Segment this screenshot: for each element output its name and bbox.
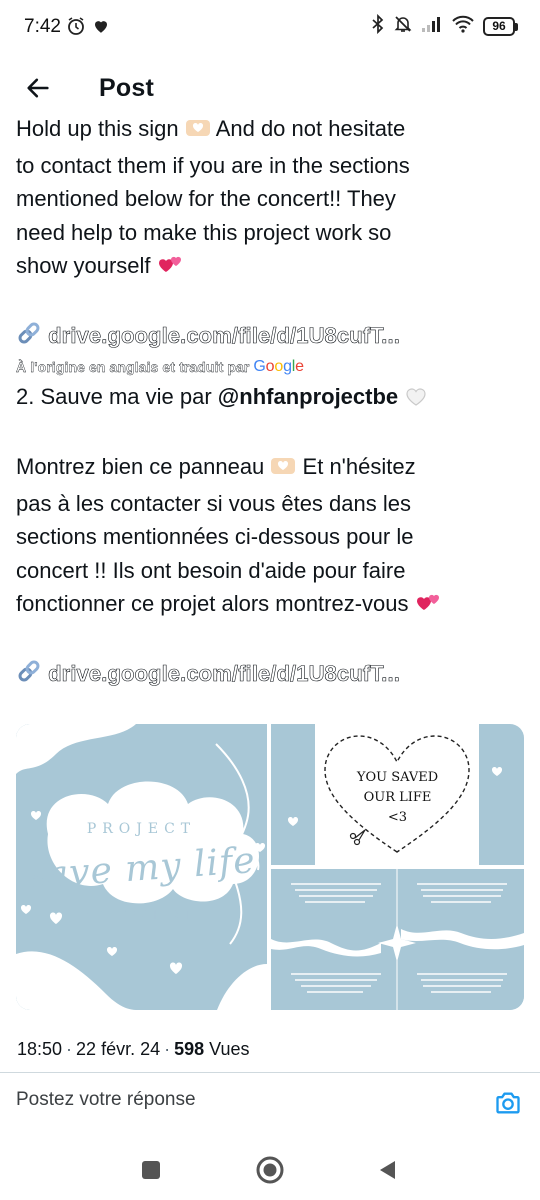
poster-line-top: PROJECT <box>86 821 197 837</box>
status-time: 7:42 <box>24 16 61 37</box>
muted-bell-icon <box>393 14 413 39</box>
battery-level: 96 <box>483 17 515 36</box>
wifi-icon <box>451 14 475 39</box>
post-meta: 18:50 · 22 févr. 24 · 598 Vues <box>17 1039 250 1060</box>
camera-icon <box>496 1092 520 1114</box>
battery-icon: 96 <box>483 17 518 36</box>
heart-text-line-1: YOU SAVED <box>356 770 439 785</box>
translation-note: À l'origine en anglais et traduit par Go… <box>16 356 526 378</box>
post-date: 22 févr. 24 <box>76 1039 161 1059</box>
text-line: sections mentionnées ci-dessous pour le <box>16 524 414 549</box>
text-line: pas à les contacter si vous êtes dans le… <box>16 490 411 516</box>
home-button[interactable] <box>252 1152 288 1188</box>
back-button[interactable] <box>20 70 56 106</box>
text-line-part: And do not hesitate <box>215 116 406 141</box>
text-line-part: Hold up this sign <box>16 116 179 141</box>
bluetooth-icon <box>371 13 385 39</box>
tweet-text-english: Hold up this sign And do not hesitate to… <box>16 112 526 319</box>
arrow-left-icon <box>27 78 49 98</box>
heart-text-line-3: <3 <box>387 810 408 825</box>
two-hearts-emoji-icon <box>157 252 185 286</box>
text-line: Montrez bien ce panneau Et n'hésitez <box>16 450 526 487</box>
link-url[interactable]: drive.google.com/file/d/1U8cufT... <box>48 661 400 687</box>
google-logo: Google <box>253 358 304 375</box>
alarm-icon <box>66 16 86 41</box>
link-emoji-icon <box>16 658 42 693</box>
tweet-body: Hold up this sign And do not hesitate to… <box>16 112 526 693</box>
status-left-icons <box>66 16 110 41</box>
text-line-part: Montrez bien ce panneau <box>16 454 265 479</box>
system-nav-bar <box>0 1136 540 1200</box>
drive-link-1[interactable]: drive.google.com/file/d/1U8cufT... <box>16 319 526 355</box>
text-line-part: show yourself <box>16 253 151 278</box>
separator-dot: · <box>164 1039 171 1059</box>
signal-icon <box>421 15 443 38</box>
heart-icon <box>92 17 110 40</box>
two-hearts-emoji-icon <box>415 590 443 624</box>
text-line-part: 2. Sauve ma vie par <box>16 384 212 409</box>
media-image-heart-sign[interactable]: YOU SAVED OUR LIFE <3 <box>271 724 524 865</box>
post-time: 18:50 <box>17 1039 63 1059</box>
page-title: Post <box>99 74 154 102</box>
post-header: Post <box>0 60 540 116</box>
media-image-instructions[interactable] <box>271 869 524 1010</box>
text-line: Hold up this sign And do not hesitate <box>16 112 526 149</box>
poster-line-bottom: ANTWERP <box>82 908 201 924</box>
text-line-part: fonctionner ce projet alors montrez-vous <box>16 591 409 616</box>
media-image-save-my-life[interactable]: PROJECT save my life ANTWERP <box>16 724 267 1010</box>
views-label: Vues <box>209 1039 250 1059</box>
text-line: fonctionner ce projet alors montrez-vous <box>16 587 526 624</box>
link-url[interactable]: drive.google.com/file/d/1U8cufT... <box>48 323 400 349</box>
text-line: to contact them if you are in the sectio… <box>16 152 410 178</box>
heart-text-line-2: OUR LIFE <box>363 790 432 805</box>
text-line: concert !! Ils ont besoin d'aide pour fa… <box>16 557 406 583</box>
text-line: mentioned below for the concert!! They <box>16 186 396 211</box>
heart-hands-emoji-icon <box>185 115 211 149</box>
white-heart-emoji-icon <box>404 383 428 417</box>
status-bar: 7:42 96 <box>0 0 540 52</box>
mention-link[interactable]: @nhfanprojectbe <box>218 384 398 409</box>
back-nav-button[interactable] <box>369 1152 405 1188</box>
recents-button[interactable] <box>133 1152 169 1188</box>
views-count[interactable]: 598 <box>174 1039 204 1059</box>
tweet-text-french: 2. Sauve ma vie par @nhfanprojectbe Mont… <box>16 380 526 657</box>
back-triangle-icon <box>380 1161 395 1179</box>
text-line: show yourself <box>16 249 526 286</box>
heart-hands-emoji-icon <box>270 453 296 487</box>
recents-square-icon <box>142 1161 160 1179</box>
status-right-icons: 96 <box>371 13 518 39</box>
reply-input[interactable] <box>16 1089 436 1111</box>
home-circle-icon <box>256 1156 284 1184</box>
separator-dot: · <box>66 1039 73 1059</box>
drive-link-2[interactable]: drive.google.com/file/d/1U8cufT... <box>16 657 526 693</box>
text-line-part: Et n'hésitez <box>302 454 416 479</box>
media-grid: PROJECT save my life ANTWERP YOU SAVED O… <box>16 724 524 1010</box>
text-line: need help to make this project work so <box>16 219 392 245</box>
instructions-graphic <box>271 869 524 1010</box>
camera-button[interactable] <box>494 1089 522 1117</box>
link-emoji-icon <box>16 320 42 355</box>
text-line: 2. Sauve ma vie par @nhfanprojectbe <box>16 380 526 417</box>
battery-tip <box>515 22 518 31</box>
reply-bar <box>0 1072 540 1132</box>
translation-note-text: À l'origine en anglais et traduit par <box>16 359 250 375</box>
